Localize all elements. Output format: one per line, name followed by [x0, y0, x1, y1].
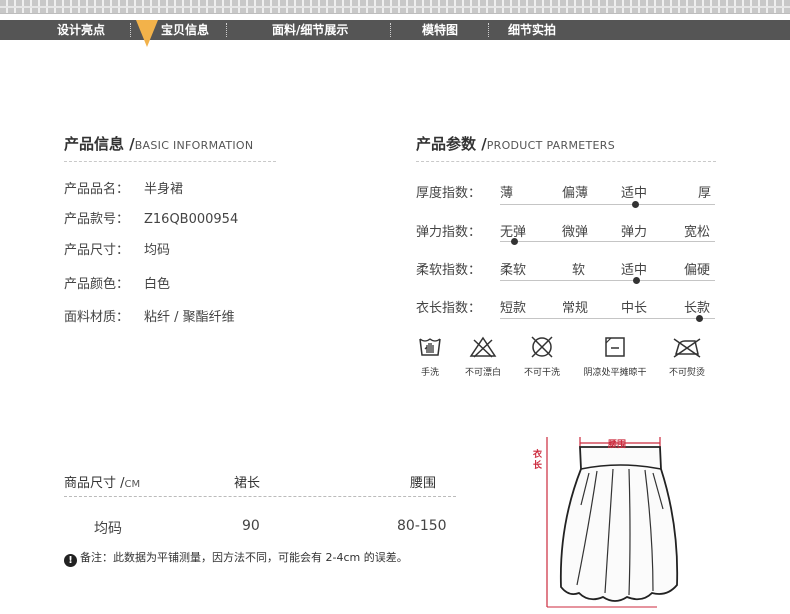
info-label: 产品品名：	[64, 182, 130, 197]
info-row-color: 产品颜色： 白色	[64, 273, 170, 292]
param-option: 短款	[500, 301, 527, 316]
param-label-softness: 柔软指数：	[416, 263, 482, 278]
info-row-code: 产品款号： Z16QB000954	[64, 208, 238, 227]
nav-item-design[interactable]: 设计亮点	[57, 20, 105, 40]
basic-info-divider	[64, 161, 276, 162]
info-label: 产品颜色：	[64, 277, 130, 292]
size-table-cell: 80-150	[397, 518, 447, 534]
info-label: 面料材质：	[64, 310, 130, 325]
param-option: 适中	[621, 186, 648, 201]
param-option: 中长	[621, 301, 648, 316]
waist-label: 腰围	[608, 440, 627, 450]
info-label: 产品尺寸：	[64, 243, 130, 258]
care-item-no-iron: 不可熨烫	[663, 335, 711, 378]
param-selected-dot	[632, 201, 639, 208]
nav-separator	[488, 23, 489, 37]
care-item-shade-flat-dry: 阴凉处平摊晾干	[577, 335, 653, 378]
care-label: 阴凉处平摊晾干	[583, 368, 647, 378]
params-title: 产品参数 /PRODUCT PARMETERS	[416, 133, 615, 154]
param-label-thickness: 厚度指数：	[416, 186, 482, 201]
params-divider	[416, 161, 716, 162]
size-table-header-size: 商品尺寸 /CM	[64, 472, 140, 491]
size-table-cell: 90	[242, 518, 260, 534]
param-scale-line	[500, 204, 715, 205]
param-selected-dot	[511, 238, 518, 245]
active-tab-marker	[136, 20, 158, 47]
info-value: 白色	[144, 277, 171, 292]
params-title-cn: 产品参数 /	[416, 135, 487, 153]
param-option: 薄	[500, 186, 514, 201]
care-item-no-bleach: 不可漂白	[459, 335, 507, 378]
nav-separator	[130, 23, 131, 37]
length-label: 衣长	[533, 450, 543, 471]
param-label-length: 衣长指数：	[416, 301, 482, 316]
param-option: 偏薄	[562, 186, 589, 201]
care-label: 不可干洗	[523, 368, 560, 378]
basic-info-title-en: BASIC INFORMATION	[134, 139, 254, 152]
size-table-header-length: 裙长	[234, 476, 261, 491]
info-value: 均码	[144, 243, 171, 258]
info-row-material: 面料材质： 粘纤 / 聚酯纤维	[64, 306, 235, 325]
info-row-name: 产品品名： 半身裙	[64, 178, 183, 197]
size-table-cell: 均码	[94, 521, 122, 537]
param-option: 偏硬	[684, 263, 711, 278]
skirt-measurement-diagram	[546, 437, 679, 608]
param-option: 适中	[621, 263, 648, 278]
info-value: 半身裙	[144, 182, 184, 197]
size-table-header-label: 商品尺寸 /	[64, 476, 125, 491]
care-item-hand-wash: 手洗	[415, 335, 445, 378]
param-selected-dot	[696, 315, 703, 322]
info-label: 产品款号：	[64, 212, 130, 227]
hand-wash-icon	[419, 338, 441, 356]
no-dry-clean-icon	[531, 336, 553, 358]
care-label: 不可漂白	[464, 368, 501, 378]
nav-separator	[390, 23, 391, 37]
param-scale-line	[500, 241, 715, 242]
param-option: 柔软	[500, 263, 527, 278]
info-row-size: 产品尺寸： 均码	[64, 239, 170, 258]
no-bleach-icon	[469, 336, 497, 358]
size-table-divider	[64, 496, 456, 497]
param-scale-line	[500, 318, 715, 319]
param-option: 微弹	[562, 225, 589, 240]
nav-item-detail-photos[interactable]: 细节实拍	[508, 20, 556, 40]
info-value: Z16QB000954	[144, 212, 239, 227]
shade-flat-dry-icon	[605, 337, 625, 357]
param-option: 常规	[562, 301, 589, 316]
warning-icon: !	[64, 554, 77, 567]
param-option: 弹力	[621, 225, 648, 240]
info-value: 粘纤 / 聚酯纤维	[144, 310, 235, 325]
param-option: 宽松	[684, 225, 711, 240]
param-option: 厚	[698, 186, 712, 201]
note-text: 备注：此数据为平铺测量，因方法不同，可能会有 2-4cm 的误差。	[80, 551, 408, 564]
section-nav-bar: 设计亮点 宝贝信息 面料/细节展示 模特图 细节实拍	[0, 20, 790, 40]
care-item-no-dry-clean: 不可干洗	[518, 335, 566, 378]
param-option: 软	[572, 263, 586, 278]
nav-item-fabric-detail[interactable]: 面料/细节展示	[272, 20, 348, 40]
no-iron-icon	[673, 338, 701, 358]
care-label: 不可熨烫	[668, 368, 705, 378]
param-label-elasticity: 弹力指数：	[416, 225, 482, 240]
param-option: 长款	[684, 301, 711, 316]
measurement-note: ! 备注：此数据为平铺测量，因方法不同，可能会有 2-4cm 的误差。	[64, 549, 408, 567]
chain-border	[0, 0, 790, 14]
param-selected-dot	[633, 277, 640, 284]
size-table-header-waist: 腰围	[410, 476, 437, 491]
nav-item-model[interactable]: 模特图	[422, 20, 458, 40]
nav-separator	[226, 23, 227, 37]
basic-info-title-cn: 产品信息 /	[64, 135, 135, 153]
care-label: 手洗	[420, 368, 439, 378]
param-scale-line	[500, 280, 715, 281]
params-title-en: PRODUCT PARMETERS	[486, 139, 615, 152]
nav-item-product-info[interactable]: 宝贝信息	[161, 20, 209, 40]
basic-info-title: 产品信息 /BASIC INFORMATION	[64, 133, 253, 154]
size-table-unit: CM	[124, 479, 141, 490]
